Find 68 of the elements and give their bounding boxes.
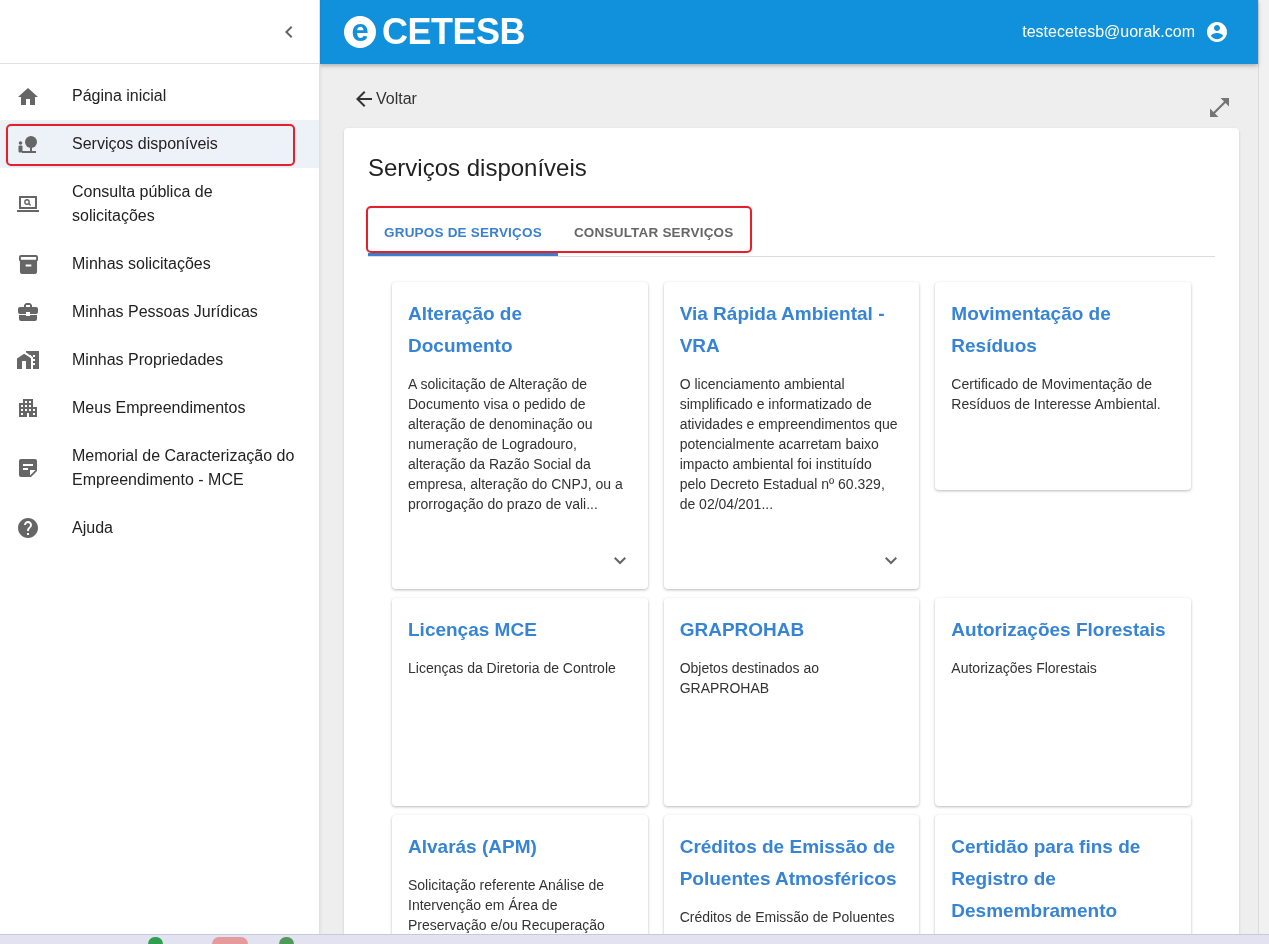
sidebar-item-label: Memorial de Caracterização do Empreendimento - MCE xyxy=(72,446,296,490)
group-description: Solicitação referente Análise de Intervenção em Área de Preservação e/ou Recuperação xyxy=(408,876,606,934)
sidebar-item[interactable]: Serviços disponíveis xyxy=(0,120,319,168)
service-group-card[interactable]: Autorizações Florestais Autorizações Florestais xyxy=(935,598,1191,806)
help-icon xyxy=(18,518,38,538)
tab[interactable]: CONSULTAR SERVIÇOS xyxy=(557,208,750,256)
group-title: Autorizações Florestais xyxy=(951,618,1167,642)
person-tree-icon xyxy=(18,135,38,153)
sidebar-item-label: Minhas solicitações xyxy=(72,254,212,274)
sidebar-item-label: Página inicial xyxy=(72,86,168,106)
service-group-card[interactable]: GRAPROHAB Objetos destinados ao GRAPROHAB xyxy=(663,598,920,806)
sidebar-item-label: Meus Empreendimentos xyxy=(72,398,247,418)
house-building-icon xyxy=(17,351,39,369)
sidebar-item[interactable]: Memorial de Caracterização do Empreendimento - MCE xyxy=(0,432,319,504)
sidebar-item[interactable]: Consulta pública de solicitações xyxy=(0,168,319,240)
group-description: Certificado de Movimentação de Resíduos de Interesse Ambiental. xyxy=(951,375,1162,414)
sidebar-item[interactable]: Minhas solicitações xyxy=(0,240,319,288)
service-group-card[interactable] xyxy=(392,282,648,589)
group-description: A solicitação de Alteração de Documento visa o pedido de alteração de denominação ou numeração de Logradouro, alteração da Razão Social da empresa, alteração do CNPJ, ou a prorrogação do prazo de vali... xyxy=(408,375,624,514)
note-icon xyxy=(19,459,37,477)
sidebar-item[interactable]: Página inicial xyxy=(0,72,319,120)
group-title: Alvarás (APM) xyxy=(408,835,538,859)
fullscreen-icon[interactable] xyxy=(1210,98,1229,117)
panel-title: Serviços disponíveis xyxy=(368,153,588,183)
sidebar-item[interactable]: Minhas Pessoas Jurídicas xyxy=(0,288,319,336)
service-group-card[interactable]: Créditos de Emissão de Poluentes Atmosféricos Créditos de Emissão de Poluentes xyxy=(663,815,920,934)
briefcase-icon xyxy=(18,303,38,321)
sidebar-item-label: Minhas Pessoas Jurídicas xyxy=(72,302,259,322)
group-title: Via Rápida Ambiental - VRA xyxy=(679,302,886,358)
group-title: GRAPROHAB xyxy=(679,618,806,642)
group-description: Objetos destinados ao GRAPROHAB xyxy=(679,659,820,698)
group-title: Licenças MCE xyxy=(408,618,538,642)
service-group-card[interactable]: Certidão para fins de Registro de Desmembramento xyxy=(935,815,1191,934)
sidebar-item[interactable]: Meus Empreendimentos xyxy=(0,384,319,432)
logo-name: CETESB xyxy=(382,12,526,52)
group-description: Créditos de Emissão de Poluentes xyxy=(679,908,896,927)
back-arrow-icon xyxy=(356,91,372,107)
back-link[interactable]: Voltar xyxy=(356,87,417,111)
apartment-icon xyxy=(19,399,37,417)
sidebar-item[interactable]: Minhas Propriedades xyxy=(0,336,319,384)
logo-mark: e xyxy=(344,16,376,48)
group-title: Alteração de Documento xyxy=(408,302,524,358)
user-email: testecetesb@uorak.com xyxy=(1022,22,1195,42)
group-description: O licenciamento ambiental simplificado e informatizado de atividades e empreendimentos que potencialmente acarretam baixo impacto ambiental foi instituído pelo Decreto Estadual nº 60.329, de 02/04/201... xyxy=(679,375,899,514)
account-icon[interactable] xyxy=(1207,22,1227,42)
group-title: Créditos de Emissão de Poluentes Atmosféricos xyxy=(679,835,898,891)
archive-box-icon xyxy=(18,254,38,274)
sidebar-item-label: Ajuda xyxy=(72,518,114,538)
sidebar-item[interactable]: Ajuda xyxy=(0,504,319,552)
group-description: Autorizações Florestais xyxy=(951,659,1098,678)
service-group-card[interactable]: Alvarás (APM) Solicitação referente Análise de Intervenção em Área de Preservação e/ou Recuperação xyxy=(392,815,648,934)
tab[interactable]: GRUPOS DE SERVIÇOS xyxy=(368,208,558,256)
chevron-down-icon[interactable] xyxy=(885,557,898,565)
sidebar-item-label: Serviços disponíveis xyxy=(72,134,219,154)
home-icon xyxy=(18,87,38,105)
sidebar-item-label: Consulta pública de solicitações xyxy=(72,182,214,226)
chevron-down-icon[interactable] xyxy=(613,557,626,565)
sidebar-item-label: Minhas Propriedades xyxy=(72,350,225,370)
service-group-card[interactable]: Movimentação de Resíduos Certificado de Movimentação de Resíduos de Interesse Ambiental. xyxy=(935,282,1191,490)
group-title: Certidão para fins de Registro de Desmembramento xyxy=(951,835,1142,923)
service-group-card[interactable] xyxy=(663,282,920,589)
taskbar-app-icon[interactable] xyxy=(279,937,294,944)
group-title: Movimentação de Resíduos xyxy=(951,302,1112,358)
group-description: Licenças da Diretoria de Controle xyxy=(408,659,617,678)
scrollbar-track[interactable] xyxy=(1258,0,1269,934)
service-group-card[interactable]: Licenças MCE Licenças da Diretoria de Controle xyxy=(392,598,648,806)
taskbar-app-icon[interactable] xyxy=(148,937,163,944)
laptop-search-icon xyxy=(17,196,39,212)
